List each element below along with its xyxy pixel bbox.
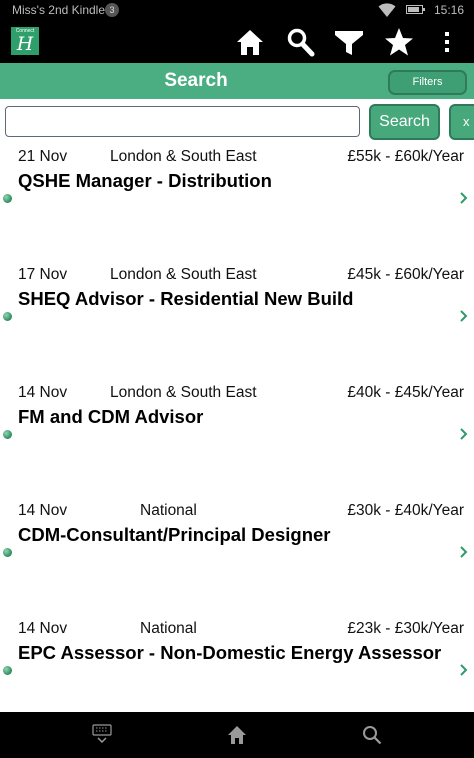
chevron-right-icon: [460, 546, 468, 558]
job-title: SHEQ Advisor - Residential New Build: [18, 288, 354, 309]
bullet-icon: [3, 666, 12, 675]
bullet-icon: [3, 312, 12, 321]
list-item[interactable]: 17 Nov London & South East £45k - £60k/Y…: [0, 258, 474, 376]
job-location: National: [140, 502, 197, 519]
job-location: London & South East: [110, 148, 257, 165]
keyboard-hide-icon[interactable]: [92, 724, 112, 744]
system-nav-bar: [0, 712, 474, 758]
filters-button[interactable]: Filters: [388, 70, 467, 95]
job-salary: £45k - £60k/Year: [347, 266, 464, 283]
chevron-right-icon: [460, 664, 468, 676]
bullet-icon: [3, 548, 12, 557]
home-icon[interactable]: [235, 27, 265, 57]
overflow-menu-icon[interactable]: [444, 31, 450, 53]
job-date: 17 Nov: [18, 266, 68, 283]
notification-badge[interactable]: 3: [105, 3, 119, 17]
job-title: EPC Assessor - Non-Domestic Energy Asses…: [18, 642, 442, 663]
wifi-icon: [378, 3, 396, 17]
job-salary: £40k - £45k/Year: [347, 384, 464, 401]
device-name: Miss's 2nd Kindle: [12, 3, 105, 17]
job-date: 14 Nov: [18, 620, 68, 637]
list-item[interactable]: 14 Nov National £23k - £30k/Year EPC Ass…: [0, 612, 474, 712]
job-salary: £23k - £30k/Year: [347, 620, 464, 637]
clear-button[interactable]: x: [449, 104, 474, 140]
chevron-right-icon: [460, 428, 468, 440]
job-list: 21 Nov London & South East £55k - £60k/Y…: [0, 140, 474, 712]
app-logo-mark: H: [16, 33, 34, 55]
job-salary: £55k - £60k/Year: [347, 148, 464, 165]
job-salary: £30k - £40k/Year: [347, 502, 464, 519]
search-input[interactable]: [5, 106, 360, 137]
job-location: London & South East: [110, 384, 257, 401]
chevron-right-icon: [460, 192, 468, 204]
home-icon[interactable]: [227, 725, 247, 745]
status-bar: Miss's 2nd Kindle 3 15:16: [0, 0, 474, 20]
job-title: CDM-Consultant/Principal Designer: [18, 524, 331, 545]
battery-icon: [406, 5, 425, 14]
search-icon[interactable]: [285, 27, 315, 57]
list-item[interactable]: 21 Nov London & South East £55k - £60k/Y…: [0, 140, 474, 258]
bullet-icon: [3, 430, 12, 439]
filter-icon[interactable]: [334, 27, 364, 57]
list-item[interactable]: 14 Nov National £30k - £40k/Year CDM-Con…: [0, 494, 474, 612]
job-title: FM and CDM Advisor: [18, 406, 204, 427]
job-date: 14 Nov: [18, 502, 68, 519]
search-header: Search Filters: [0, 63, 474, 99]
search-icon[interactable]: [362, 725, 382, 745]
list-item[interactable]: 14 Nov London & South East £40k - £45k/Y…: [0, 376, 474, 494]
star-icon[interactable]: [384, 27, 414, 57]
app-logo[interactable]: Connect H: [11, 27, 39, 55]
search-button[interactable]: Search: [369, 104, 440, 140]
job-location: London & South East: [110, 266, 257, 283]
page-title: Search: [164, 70, 228, 91]
job-date: 14 Nov: [18, 384, 68, 401]
job-date: 21 Nov: [18, 148, 68, 165]
clock: 15:16: [434, 3, 465, 17]
bullet-icon: [3, 194, 12, 203]
job-location: National: [140, 620, 197, 637]
chevron-right-icon: [460, 310, 468, 322]
app-bar: Connect H: [0, 20, 474, 63]
job-title: QSHE Manager - Distribution: [18, 170, 272, 191]
